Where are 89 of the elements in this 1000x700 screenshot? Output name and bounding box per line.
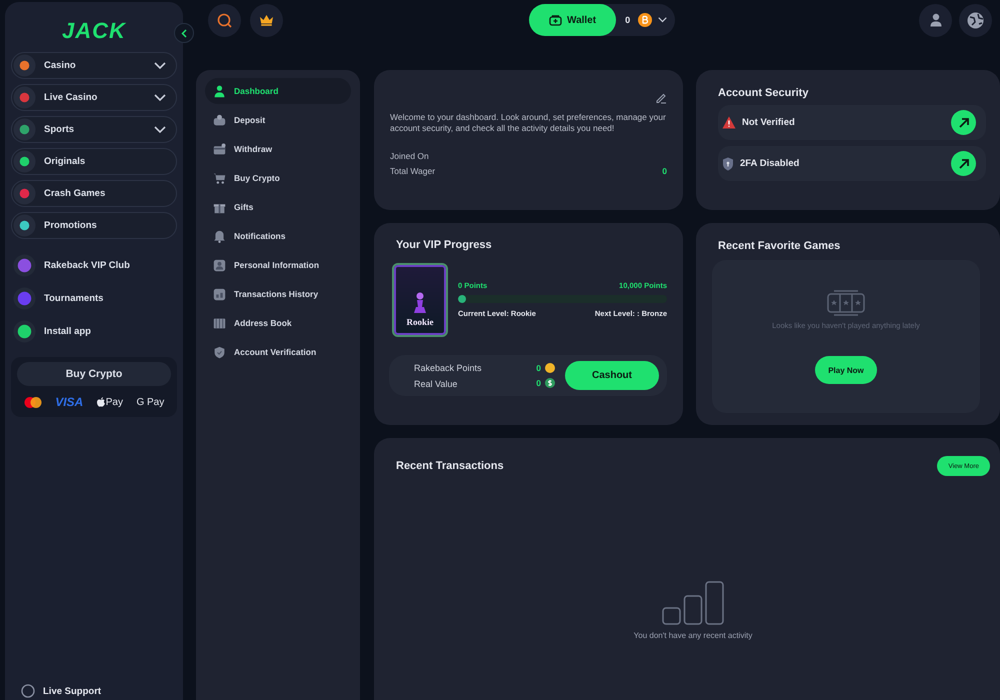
- category-icon: [13, 254, 36, 277]
- card-title: Recent Favorite Games: [717, 240, 842, 252]
- open-button[interactable]: [951, 151, 976, 176]
- security-status: 2FA Disabled: [740, 158, 800, 169]
- history-icon: [213, 288, 226, 300]
- pawn-icon: [412, 291, 428, 315]
- apple-icon: [96, 397, 105, 407]
- wallet-button[interactable]: Wallet: [529, 4, 616, 36]
- wallet-icon: [213, 114, 226, 126]
- category-icon: [13, 118, 36, 141]
- mastercard-icon: [24, 396, 42, 408]
- wager-value: 0: [662, 166, 667, 176]
- user-icon: [930, 13, 942, 27]
- rakeback-label: Rakeback Points: [414, 362, 483, 372]
- joined-label: Joined On: [390, 151, 429, 161]
- menu-item[interactable]: Address Book: [205, 310, 351, 336]
- slot-machine-icon: [827, 290, 865, 316]
- menu-item[interactable]: Notifications: [205, 223, 351, 249]
- language-button[interactable]: [959, 4, 992, 36]
- bell-icon: [213, 230, 226, 242]
- cart-icon: [213, 172, 226, 184]
- search-button[interactable]: [208, 4, 241, 36]
- collapse-button[interactable]: [174, 23, 194, 43]
- wallet-icon: [549, 14, 562, 26]
- crown-icon: [259, 14, 274, 26]
- category-icon: [13, 86, 36, 109]
- card-title: Your VIP Progress: [396, 239, 493, 251]
- wager-label: Total Wager: [390, 166, 436, 176]
- profile-button[interactable]: [919, 4, 952, 36]
- open-button[interactable]: [951, 110, 976, 135]
- coin-icon: [545, 363, 555, 373]
- menu-item[interactable]: Transactions History: [205, 281, 351, 307]
- menu-item[interactable]: Withdraw: [205, 136, 351, 162]
- rakeback-value: 0: [536, 363, 541, 373]
- play-now-button[interactable]: Play Now: [815, 356, 877, 384]
- live-support-link[interactable]: Live Support: [11, 684, 177, 700]
- cashout-button[interactable]: Cashout: [565, 361, 659, 390]
- nav-item[interactable]: Sports: [11, 116, 177, 143]
- card-icon: [213, 142, 226, 156]
- sidebar-link[interactable]: Tournaments: [13, 287, 177, 310]
- menu-item[interactable]: Gifts: [205, 194, 351, 220]
- chevron-down-icon[interactable]: [658, 17, 668, 23]
- edit-icon[interactable]: [655, 92, 667, 104]
- globe-icon: [967, 12, 984, 28]
- menu-item[interactable]: Account Verification: [205, 339, 351, 365]
- card-title: Account Security: [718, 87, 810, 99]
- warning-icon: [722, 116, 736, 129]
- sidebar-link[interactable]: Install app: [13, 320, 177, 343]
- google-pay-logo: G Pay: [136, 396, 164, 408]
- user-icon: [213, 84, 226, 98]
- real-value: 0: [536, 378, 541, 388]
- balance-amount: 0: [625, 15, 630, 25]
- nav-item[interactable]: Crash Games: [11, 180, 177, 207]
- card-title: Recent Transactions: [396, 460, 504, 472]
- rank-name: Rookie: [406, 317, 434, 327]
- apple-pay-logo: Pay: [106, 396, 123, 408]
- nav-item[interactable]: Originals: [11, 148, 177, 175]
- nav-item[interactable]: Casino: [11, 52, 177, 79]
- bar-chart-icon: [662, 581, 724, 625]
- dollar-icon: [545, 378, 555, 388]
- menu-item[interactable]: Buy Crypto: [205, 165, 351, 191]
- menu-item[interactable]: Personal Information: [205, 252, 351, 278]
- shield-icon: [722, 156, 734, 170]
- chevron-left-icon: [181, 28, 187, 38]
- shield-icon: [213, 346, 226, 358]
- buy-crypto-button[interactable]: Buy Crypto: [17, 362, 171, 386]
- category-icon: [13, 287, 36, 310]
- nav-item[interactable]: Promotions: [11, 212, 177, 239]
- search-icon: [217, 12, 232, 28]
- arrow-up-right-icon: [958, 158, 970, 170]
- vip-button[interactable]: [250, 4, 283, 36]
- nav-item[interactable]: Live Casino: [11, 84, 177, 111]
- sidebar-link[interactable]: Rakeback VIP Club: [13, 254, 177, 277]
- category-icon: [13, 54, 36, 77]
- category-icon: [13, 150, 36, 173]
- menu-item[interactable]: Deposit: [205, 107, 351, 133]
- category-icon: [13, 214, 36, 237]
- arrow-up-right-icon: [958, 116, 970, 128]
- person-card-icon: [213, 258, 226, 272]
- bitcoin-icon: [638, 13, 652, 27]
- empty-message: You don't have any recent activity: [634, 631, 752, 640]
- security-status: Not Verified: [742, 117, 796, 128]
- menu-item[interactable]: Dashboard: [205, 78, 351, 104]
- welcome-text: Welcome to your dashboard. Look around, set preferences, manage your account security, and check all the activity details you need!: [390, 112, 667, 134]
- real-value-label: Real Value: [414, 378, 458, 388]
- category-icon: [13, 182, 36, 205]
- visa-logo: VISA: [55, 395, 84, 409]
- category-icon: [13, 320, 36, 343]
- logo: JACK: [62, 18, 126, 44]
